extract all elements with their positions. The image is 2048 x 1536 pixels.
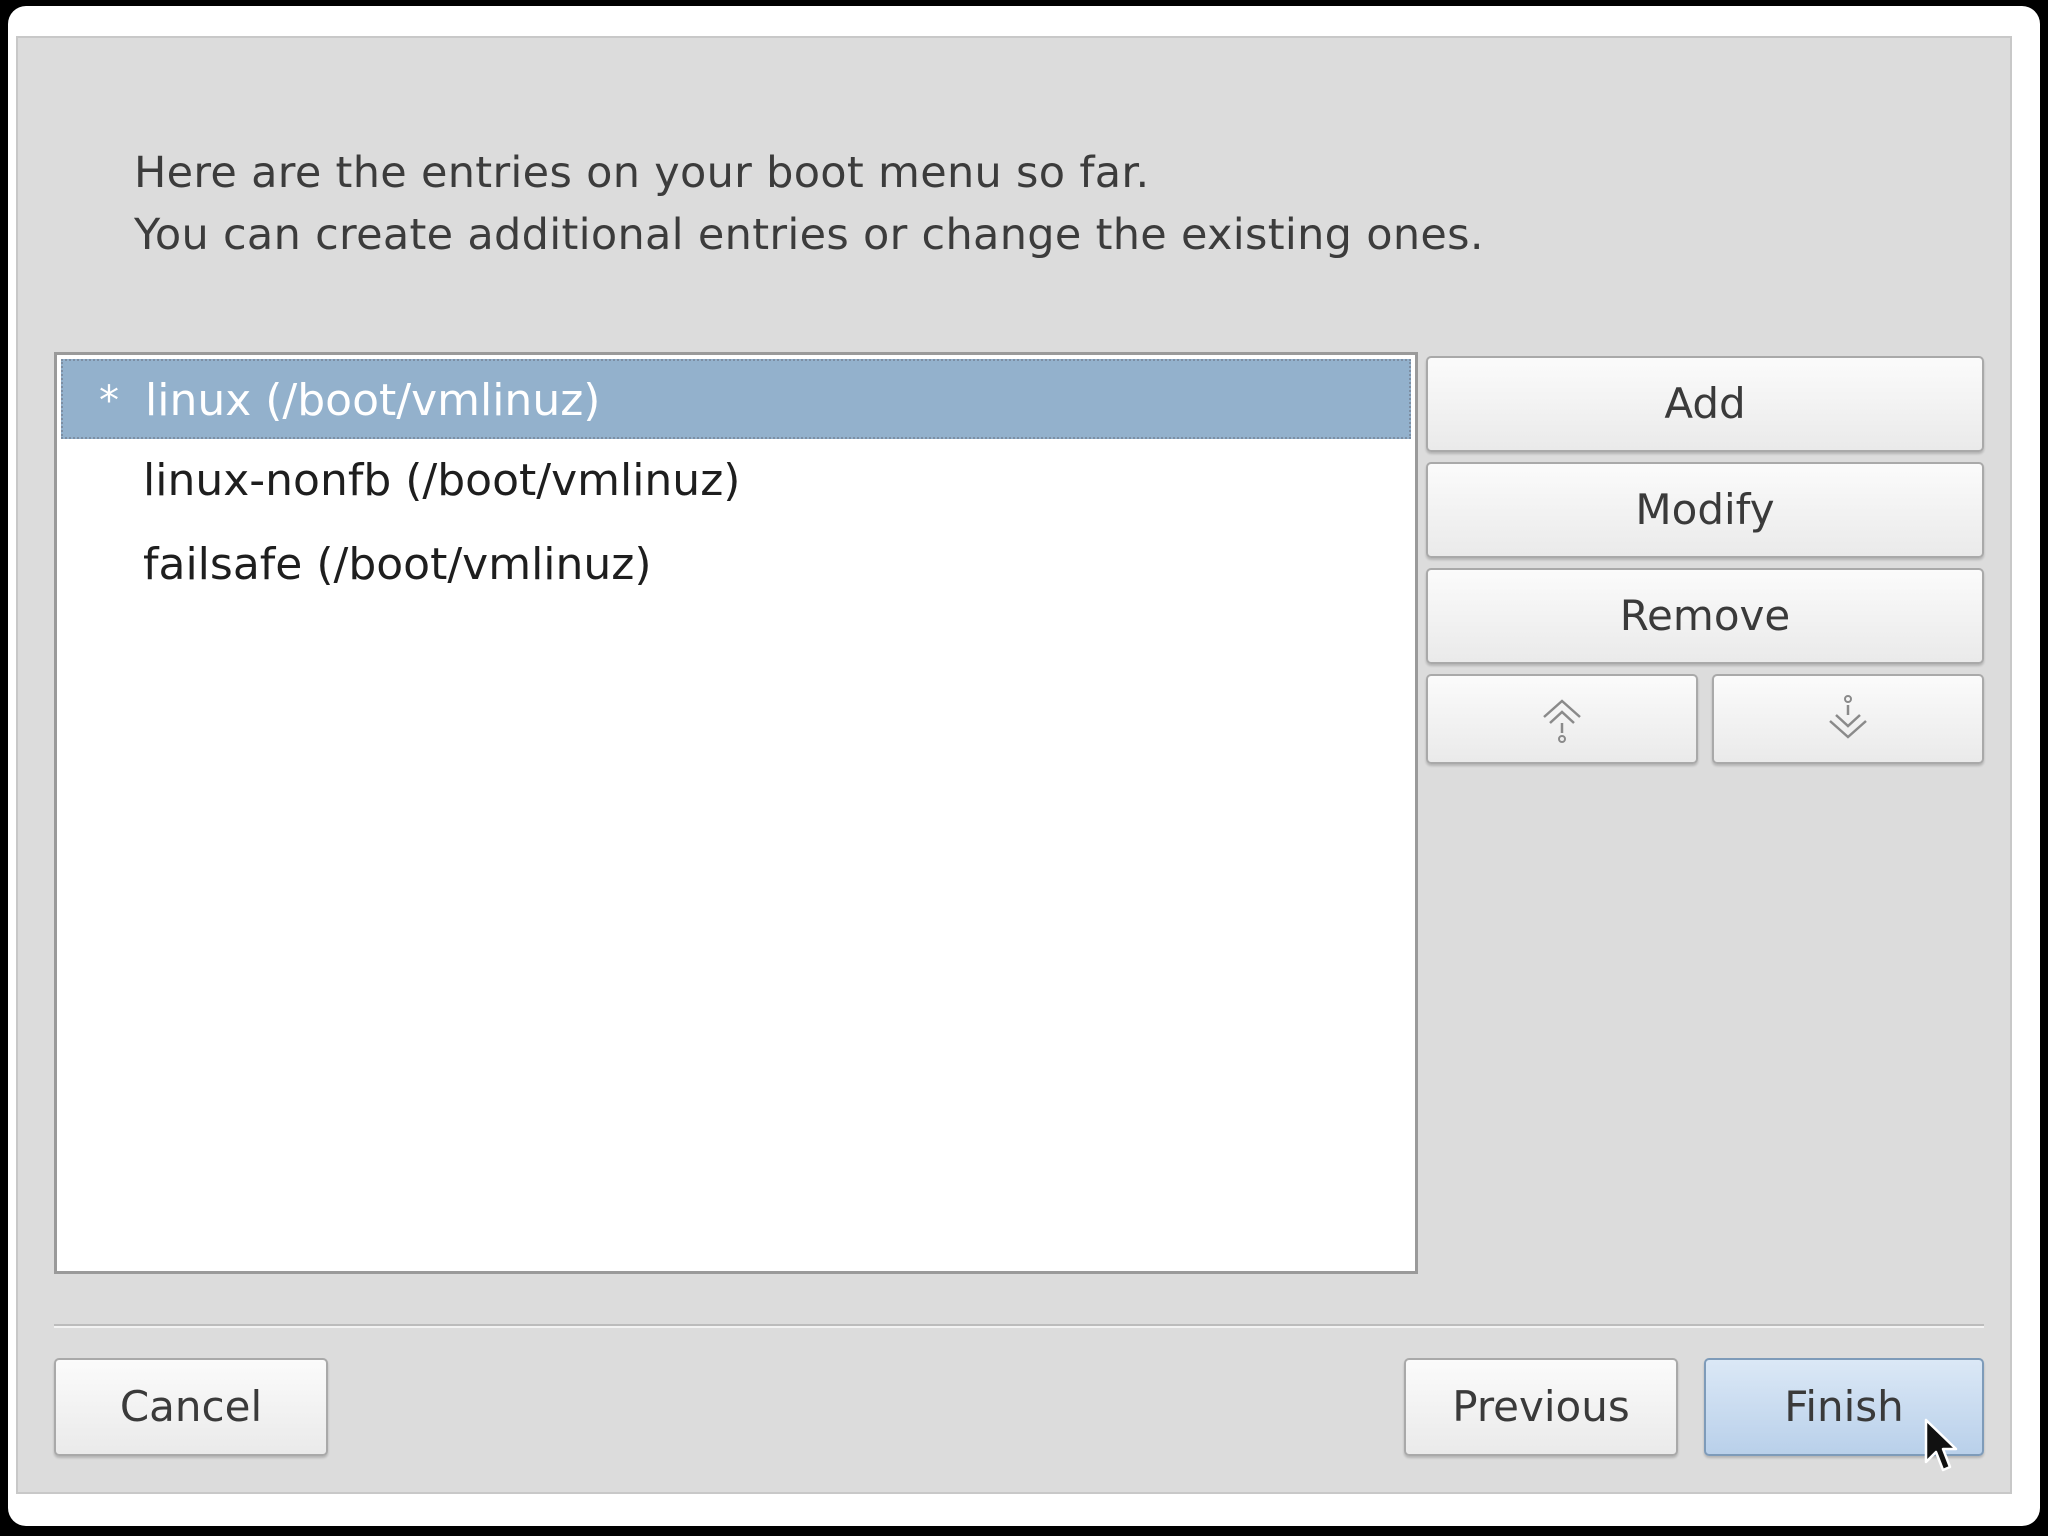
footer-separator — [54, 1324, 1984, 1328]
default-entry-marker: * — [99, 378, 119, 424]
boot-entry-label: linux-nonfb (/boot/vmlinuz) — [143, 455, 741, 506]
intro-text: Here are the entries on your boot menu s… — [134, 142, 1484, 266]
boot-entry-linux[interactable]: * linux (/boot/vmlinuz) — [61, 359, 1411, 439]
move-down-button[interactable] — [1712, 674, 1984, 764]
previous-button[interactable]: Previous — [1404, 1358, 1678, 1456]
boot-entry-label: failsafe (/boot/vmlinuz) — [143, 539, 652, 590]
boot-entry-label: linux (/boot/vmlinuz) — [145, 375, 601, 426]
intro-line-1: Here are the entries on your boot menu s… — [134, 148, 1150, 198]
mouse-cursor-icon — [1924, 1418, 1958, 1472]
move-down-arrow-icon — [1829, 695, 1867, 739]
cancel-button[interactable]: Cancel — [54, 1358, 328, 1456]
boot-entry-failsafe[interactable]: failsafe (/boot/vmlinuz) — [61, 525, 1411, 605]
move-up-button[interactable] — [1426, 674, 1698, 764]
add-button[interactable]: Add — [1426, 356, 1984, 452]
modify-button[interactable]: Modify — [1426, 462, 1984, 558]
move-up-arrow-icon — [1543, 699, 1581, 743]
bootloader-dialog-window: Here are the entries on your boot menu s… — [8, 6, 2040, 1526]
intro-line-2: You can create additional entries or cha… — [134, 210, 1484, 260]
boot-entry-linux-nonfb[interactable]: linux-nonfb (/boot/vmlinuz) — [61, 441, 1411, 521]
remove-button[interactable]: Remove — [1426, 568, 1984, 664]
boot-menu-dialog: Here are the entries on your boot menu s… — [16, 36, 2012, 1494]
boot-entry-list[interactable]: * linux (/boot/vmlinuz) linux-nonfb (/bo… — [54, 352, 1418, 1274]
